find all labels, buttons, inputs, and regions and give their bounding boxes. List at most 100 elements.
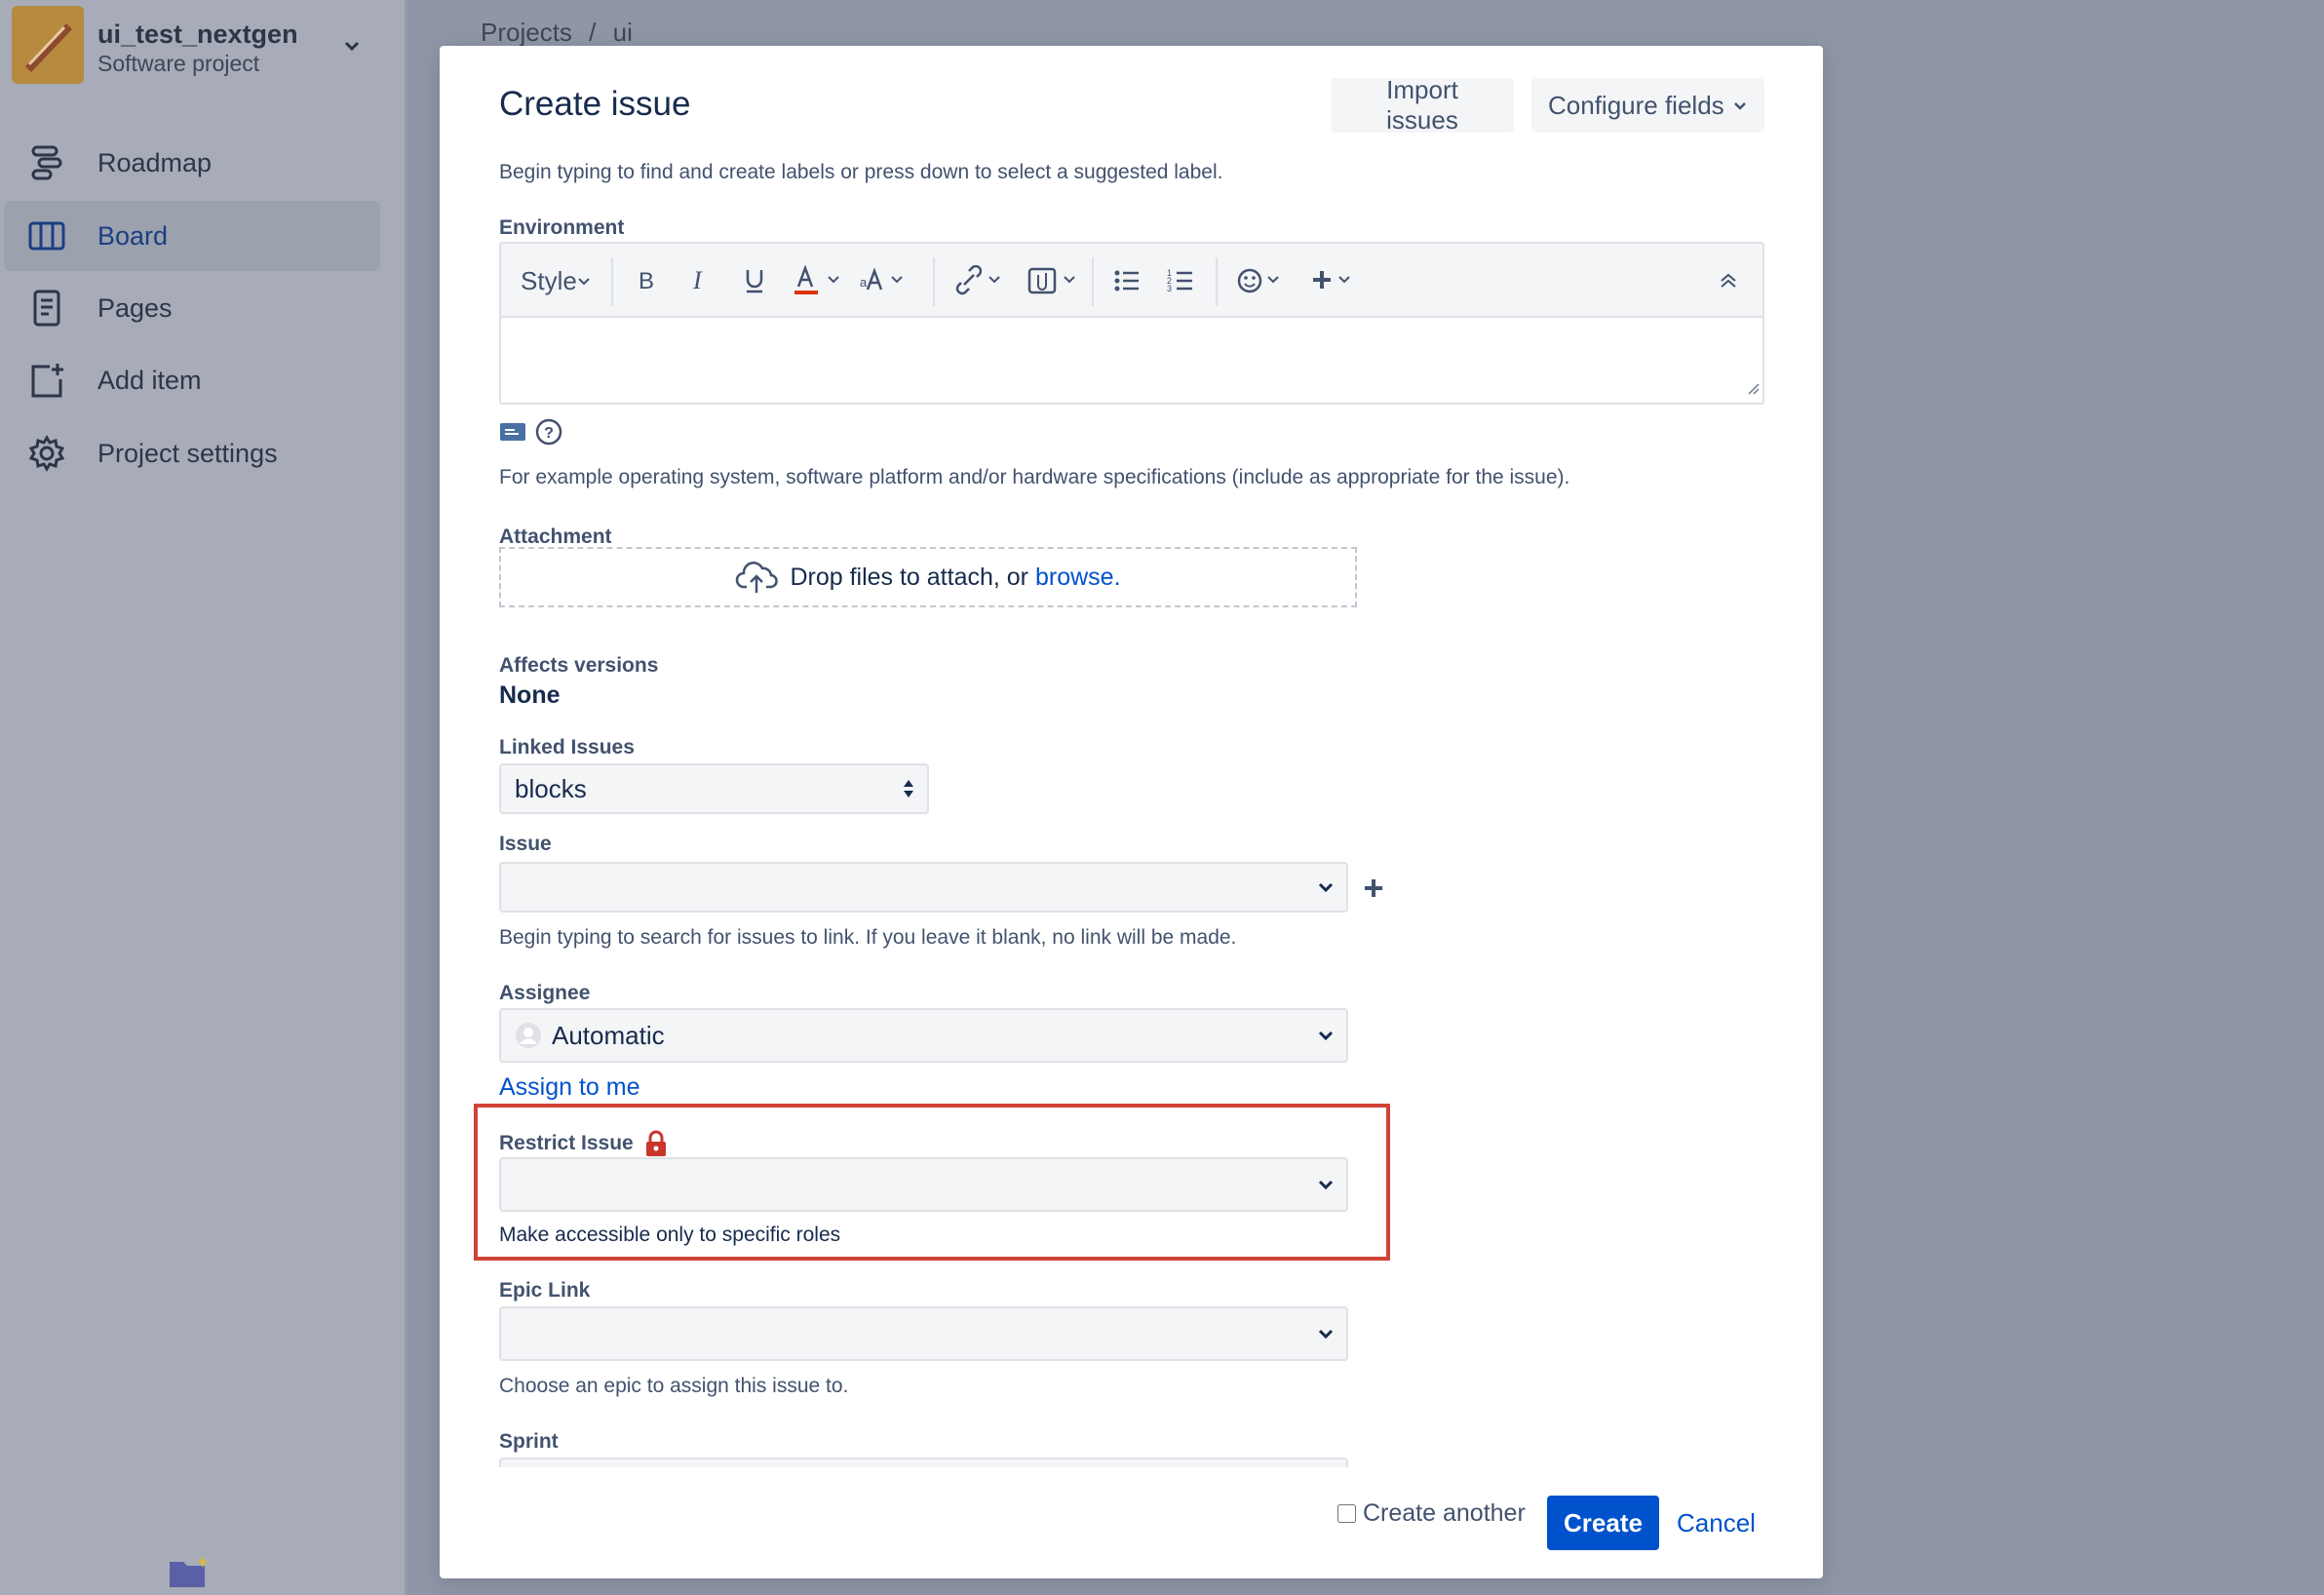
environment-help-text: For example operating system, software p… — [499, 466, 1570, 488]
board-icon — [25, 214, 68, 257]
add-link-icon[interactable] — [1363, 877, 1384, 904]
dropzone-text: Drop files to attach, or — [790, 563, 1028, 591]
assignee-select[interactable]: Automatic — [499, 1008, 1348, 1063]
editor-toolbar: Style B I a 1 2 3 — [501, 244, 1762, 318]
footer-divider — [440, 1469, 1823, 1471]
sidebar-item-board[interactable]: Board — [4, 201, 380, 271]
sidebar: ui_test_nextgen Software project Roadmap… — [0, 0, 407, 1595]
sidebar-item-pages[interactable]: Pages — [4, 273, 380, 343]
linked-issues-select[interactable]: blocks — [499, 763, 929, 814]
sidebar-item-label: Add item — [97, 365, 202, 395]
sidebar-item-project-settings[interactable]: Project settings — [4, 418, 380, 488]
issue-help-text: Begin typing to search for issues to lin… — [499, 926, 1237, 949]
restrict-issue-label: Restrict Issue — [499, 1132, 634, 1154]
create-another-label: Create another — [1363, 1499, 1526, 1527]
epic-link-label: Epic Link — [499, 1279, 591, 1302]
sidebar-item-label: Roadmap — [97, 147, 213, 177]
text-size-icon[interactable]: a — [860, 261, 909, 300]
affects-versions-value[interactable]: None — [499, 681, 561, 710]
svg-text:B: B — [639, 268, 654, 294]
attachment-dropzone[interactable]: Drop files to attach, or browse. — [499, 547, 1357, 607]
affects-versions-label: Affects versions — [499, 654, 659, 677]
project-name: ui_test_nextgen — [97, 19, 298, 49]
create-another-checkbox[interactable] — [1337, 1504, 1356, 1523]
toolbar-divider — [611, 257, 613, 306]
italic-icon[interactable]: I — [689, 261, 711, 300]
assignee-label: Assignee — [499, 982, 591, 1004]
project-type: Software project — [97, 51, 260, 76]
browse-link[interactable]: browse. — [1035, 564, 1121, 592]
pages-icon — [25, 287, 68, 330]
upload-cloud-icon — [736, 562, 779, 593]
toolbar-divider — [1216, 257, 1218, 306]
breadcrumb-separator: / — [589, 18, 597, 47]
toolbar-divider — [1092, 257, 1094, 306]
sprint-select[interactable] — [499, 1458, 1348, 1467]
project-header[interactable]: ui_test_nextgen Software project — [12, 6, 402, 94]
text-color-icon[interactable] — [794, 261, 842, 300]
lock-icon — [645, 1130, 666, 1156]
numbered-list-icon[interactable]: 123 — [1167, 261, 1194, 300]
dialog-title: Create issue — [499, 85, 691, 123]
bold-icon[interactable]: B — [636, 261, 657, 300]
link-icon[interactable] — [954, 261, 1005, 300]
assign-to-me-link[interactable]: Assign to me — [499, 1073, 640, 1102]
roadmap-icon — [25, 141, 68, 184]
chevron-down-icon — [578, 278, 590, 286]
sidebar-item-roadmap[interactable]: Roadmap — [4, 128, 380, 198]
environment-editor[interactable]: Style B I a 1 2 3 — [499, 242, 1764, 405]
chevron-down-icon — [1318, 882, 1334, 893]
underline-icon[interactable] — [743, 261, 766, 300]
help-icon[interactable]: ? — [534, 417, 563, 451]
svg-text:?: ? — [544, 425, 554, 442]
project-avatar — [12, 6, 84, 84]
style-dropdown[interactable]: Style — [521, 261, 591, 300]
restrict-issue-label-row: Restrict Issue — [499, 1130, 668, 1157]
create-another-option[interactable]: Create another — [1337, 1499, 1526, 1528]
restrict-issue-help-text: Make accessible only to specific roles — [499, 1224, 841, 1246]
sidebar-item-add-item[interactable]: Add item — [4, 345, 380, 415]
style-label: Style — [521, 265, 577, 295]
create-issue-dialog: Create issue Import issues Configure fie… — [440, 46, 1823, 1578]
issue-label: Issue — [499, 833, 552, 855]
toolbar-divider — [933, 257, 935, 306]
configure-fields-button[interactable]: Configure fields — [1531, 78, 1764, 133]
insert-more-icon[interactable] — [1312, 261, 1361, 300]
user-avatar-icon — [516, 1023, 541, 1048]
chevron-down-icon[interactable] — [341, 35, 363, 61]
assignee-value: Automatic — [552, 1020, 665, 1050]
epic-link-select[interactable] — [499, 1306, 1348, 1361]
bullet-list-icon[interactable] — [1113, 261, 1141, 300]
gear-icon — [25, 432, 68, 475]
sprint-label: Sprint — [499, 1430, 559, 1453]
svg-text:I: I — [692, 267, 703, 294]
sidebar-item-label: Pages — [97, 292, 173, 323]
restrict-issue-select[interactable] — [499, 1157, 1348, 1212]
import-issues-button[interactable]: Import issues — [1331, 75, 1514, 135]
labels-help-text: Begin typing to find and create labels o… — [499, 161, 1223, 183]
configure-fields-label: Configure fields — [1548, 90, 1724, 120]
attachment-label: Attachment — [499, 525, 612, 548]
breadcrumb: Projects / ui — [481, 18, 633, 48]
collapse-toolbar-icon[interactable] — [1718, 261, 1739, 300]
breadcrumb-current[interactable]: ui — [613, 18, 633, 47]
breadcrumb-projects[interactable]: Projects — [481, 18, 572, 47]
svg-text:a: a — [860, 275, 868, 290]
issue-select[interactable] — [499, 862, 1348, 913]
folder-icon[interactable] — [168, 1554, 211, 1594]
chevron-down-icon — [1733, 102, 1746, 110]
emoji-icon[interactable] — [1237, 261, 1286, 300]
add-item-icon — [25, 359, 68, 402]
linked-issues-label: Linked Issues — [499, 736, 635, 759]
create-button[interactable]: Create — [1547, 1496, 1659, 1550]
sidebar-item-label: Board — [97, 220, 169, 251]
chevron-down-icon — [1318, 1329, 1334, 1340]
chevron-down-icon — [1318, 1180, 1334, 1190]
chevron-down-icon — [1318, 1031, 1334, 1041]
svg-text:3: 3 — [1167, 284, 1172, 293]
resize-handle-icon[interactable] — [1747, 382, 1761, 401]
attachment-icon[interactable] — [1027, 261, 1080, 300]
text-mode-icon[interactable] — [499, 421, 526, 447]
editor-help-row: ? — [499, 417, 563, 451]
cancel-button[interactable]: Cancel — [1677, 1508, 1756, 1538]
